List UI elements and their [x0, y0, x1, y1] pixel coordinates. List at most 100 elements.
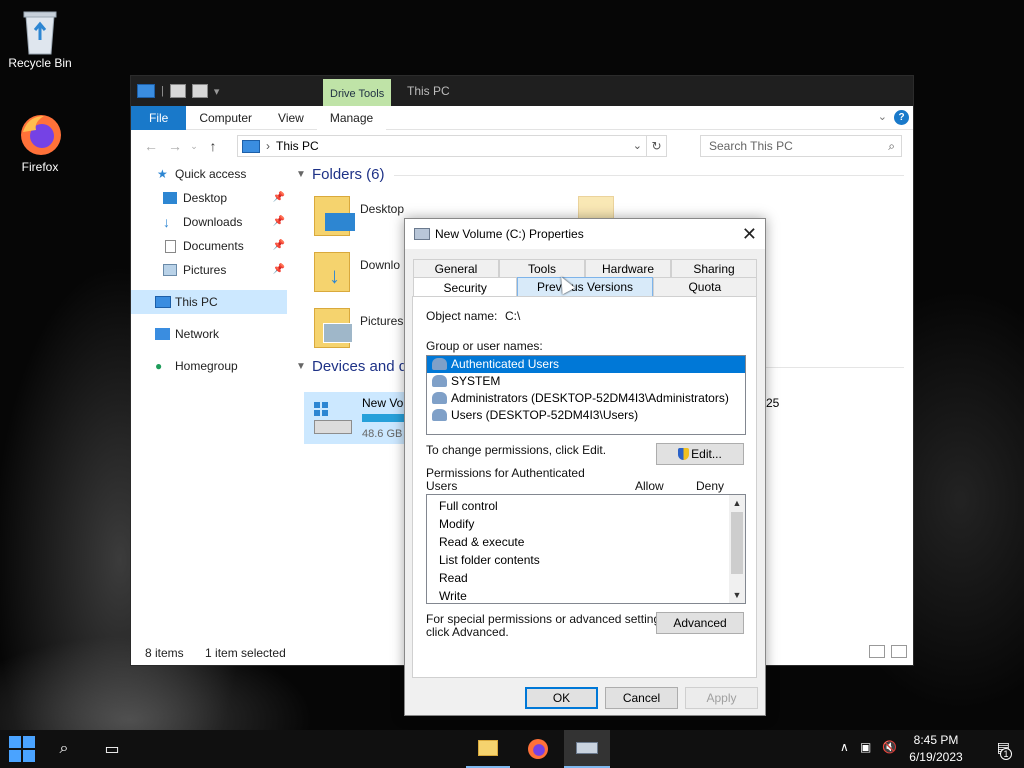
- desktop-icon: [163, 192, 177, 204]
- desktop-icon-label: Recycle Bin: [8, 56, 72, 70]
- large-icons-view-icon[interactable]: [891, 645, 907, 658]
- dialog-title: New Volume (C:) Properties: [435, 227, 584, 241]
- nav-pictures[interactable]: Pictures 📌: [131, 258, 287, 282]
- pin-icon[interactable]: 📌: [273, 186, 285, 210]
- apply-button[interactable]: Apply: [685, 687, 758, 709]
- properties-taskbar-icon[interactable]: [564, 730, 610, 768]
- user-list[interactable]: Authenticated Users SYSTEM Administrator…: [426, 355, 746, 435]
- edit-button[interactable]: Edit...: [656, 443, 744, 465]
- scroll-down-icon[interactable]: ▼: [729, 587, 745, 603]
- list-item[interactable]: Authenticated Users: [427, 356, 745, 373]
- permissions-label-line2: Users: [426, 479, 458, 493]
- search-input[interactable]: Search This PC ⌕: [700, 135, 902, 157]
- pin-icon[interactable]: 📌: [273, 258, 285, 282]
- search-icon[interactable]: ⌕: [42, 730, 86, 768]
- pin-icon[interactable]: 📌: [273, 210, 285, 234]
- permission-row: List folder contents: [439, 553, 540, 567]
- drive-free-space: 48.6 GB: [362, 428, 403, 440]
- nav-network[interactable]: Network: [131, 322, 287, 346]
- user-group-icon: [432, 409, 447, 421]
- address-dropdown-icon[interactable]: ⌄: [633, 139, 642, 152]
- customize-qa-icon[interactable]: ▾: [214, 85, 220, 98]
- tab-view[interactable]: View: [265, 106, 317, 130]
- permissions-label-line1: Permissions for Authenticated: [426, 466, 585, 480]
- desktop-icon-recycle-bin[interactable]: Recycle Bin: [0, 8, 80, 70]
- tab-tools[interactable]: Tools: [499, 259, 585, 277]
- expand-ribbon-icon[interactable]: ⌄: [878, 110, 887, 123]
- homegroup-icon: ●: [155, 359, 163, 373]
- help-icon[interactable]: ?: [894, 110, 909, 125]
- deny-column-header: Deny: [696, 479, 725, 493]
- forward-arrow-icon[interactable]: →: [163, 138, 187, 154]
- tab-file[interactable]: File: [131, 105, 187, 130]
- nav-this-pc[interactable]: This PC: [131, 290, 287, 314]
- tab-previous-versions[interactable]: Previous Versions: [517, 277, 653, 297]
- nav-quick-access[interactable]: ★ Quick access: [131, 162, 287, 186]
- drive-c[interactable]: New Vol 48.6 GB: [304, 392, 409, 444]
- tab-security[interactable]: Security: [413, 277, 518, 297]
- tab-manage[interactable]: Manage: [316, 105, 387, 130]
- list-item[interactable]: Administrators (DESKTOP-52DM4I3\Administ…: [427, 390, 745, 407]
- details-view-icon[interactable]: [869, 645, 885, 658]
- permission-row: Write: [439, 589, 467, 603]
- explorer-titlebar[interactable]: | ▾ Drive Tools This PC: [131, 76, 913, 106]
- chevron-up-icon[interactable]: ∧: [840, 740, 849, 754]
- desktop-icon-firefox[interactable]: Firefox: [0, 112, 80, 174]
- tab-hardware[interactable]: Hardware: [585, 259, 671, 277]
- nav-desktop[interactable]: Desktop 📌: [131, 186, 287, 210]
- network-status-icon[interactable]: ▣: [860, 740, 871, 754]
- folder-pictures[interactable]: Pictures: [302, 304, 403, 354]
- advanced-button[interactable]: Advanced: [656, 612, 744, 634]
- properties-dialog: New Volume (C:) Properties ✕ General Too…: [404, 218, 766, 716]
- tab-computer[interactable]: Computer: [186, 106, 265, 130]
- properties-icon[interactable]: [169, 84, 186, 98]
- new-folder-icon[interactable]: [191, 84, 208, 98]
- dialog-titlebar[interactable]: New Volume (C:) Properties ✕: [405, 219, 765, 249]
- permission-row: Read: [439, 571, 468, 585]
- special-permissions-line2: click Advanced.: [426, 625, 509, 639]
- security-panel: Object name: C:\ Group or user names: Au…: [412, 296, 757, 678]
- item-count: 8 items: [145, 646, 184, 660]
- permissions-scrollbar[interactable]: ▲ ▼: [729, 495, 745, 603]
- firefox-taskbar-icon[interactable]: [516, 730, 560, 768]
- nav-homegroup[interactable]: ● Homegroup: [131, 354, 287, 378]
- folder-downloads[interactable]: ↓ Downlo: [302, 248, 402, 298]
- nav-documents[interactable]: Documents 📌: [131, 234, 287, 258]
- pictures-icon: [163, 264, 177, 276]
- close-icon[interactable]: ✕: [742, 219, 757, 249]
- task-view-icon[interactable]: ▭: [90, 730, 134, 768]
- permissions-list[interactable]: Full control Modify Read & execute List …: [426, 494, 746, 604]
- tab-sharing[interactable]: Sharing: [671, 259, 757, 277]
- folder-desktop[interactable]: Desktop: [302, 192, 404, 242]
- permission-row: Full control: [439, 499, 498, 513]
- object-name-value: C:\: [505, 309, 521, 323]
- address-bar[interactable]: › This PC ⌄ ↻: [237, 135, 667, 157]
- breadcrumb-chevron-icon[interactable]: ›: [266, 139, 270, 153]
- back-arrow-icon[interactable]: ←: [139, 138, 163, 154]
- start-button[interactable]: [0, 730, 44, 768]
- notification-count-badge: 1: [1000, 748, 1012, 760]
- pin-icon[interactable]: 📌: [273, 234, 285, 258]
- up-arrow-icon[interactable]: ↑: [201, 138, 225, 154]
- permission-row: Read & execute: [439, 535, 525, 549]
- nav-downloads[interactable]: ↓ Downloads 📌: [131, 210, 287, 234]
- breadcrumb[interactable]: This PC: [276, 139, 319, 153]
- tab-quota[interactable]: Quota: [652, 277, 757, 297]
- list-item[interactable]: Users (DESKTOP-52DM4I3\Users): [427, 407, 745, 424]
- scroll-thumb[interactable]: [731, 512, 743, 574]
- file-explorer-taskbar-icon[interactable]: [466, 730, 510, 768]
- ok-button[interactable]: OK: [525, 687, 598, 709]
- refresh-icon[interactable]: ↻: [646, 136, 666, 156]
- content-area: ▼ Folders (6) Desktop ↓ Downlo Pictures …: [294, 162, 914, 444]
- volume-muted-icon[interactable]: 🔇: [882, 740, 897, 754]
- tab-general[interactable]: General: [413, 259, 499, 277]
- hard-drive-icon: [312, 400, 352, 436]
- folders-group-header[interactable]: ▼ Folders (6): [294, 162, 914, 188]
- clock[interactable]: 8:45 PM 6/19/2023: [904, 732, 968, 766]
- quick-access-toolbar: | ▾: [131, 76, 219, 106]
- user-group-icon: [432, 392, 447, 404]
- scroll-up-icon[interactable]: ▲: [729, 495, 745, 511]
- cancel-button[interactable]: Cancel: [605, 687, 678, 709]
- list-item[interactable]: SYSTEM: [427, 373, 745, 390]
- recent-locations-icon[interactable]: ⌄: [187, 141, 201, 152]
